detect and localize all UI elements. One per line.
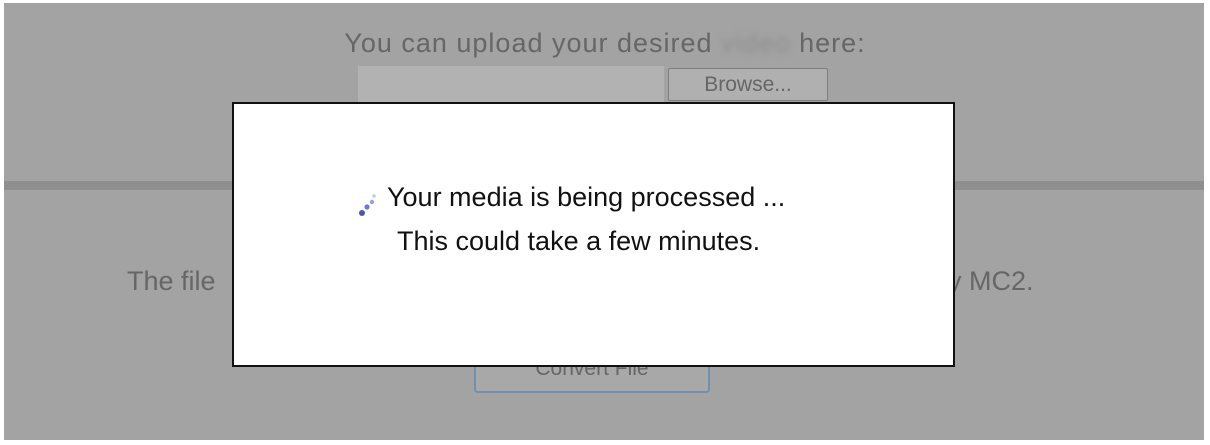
- processing-dialog: Your media is being processed ... This c…: [232, 102, 955, 367]
- loading-spinner-icon: [359, 194, 376, 216]
- info-text-right: y MC2.: [948, 266, 1034, 296]
- upload-heading-suffix: here:: [799, 28, 866, 58]
- processing-message: Your media is being processed ...: [387, 182, 786, 212]
- upload-heading-text: You can upload your desired: [344, 28, 713, 58]
- blurred-word: video: [721, 28, 791, 58]
- processing-submessage: This could take a few minutes.: [397, 226, 761, 256]
- info-text-left: The file: [127, 266, 216, 296]
- upload-heading: You can upload your desired video here:: [0, 28, 1210, 59]
- file-path-input[interactable]: [358, 66, 664, 104]
- browse-button[interactable]: Browse...: [668, 68, 828, 101]
